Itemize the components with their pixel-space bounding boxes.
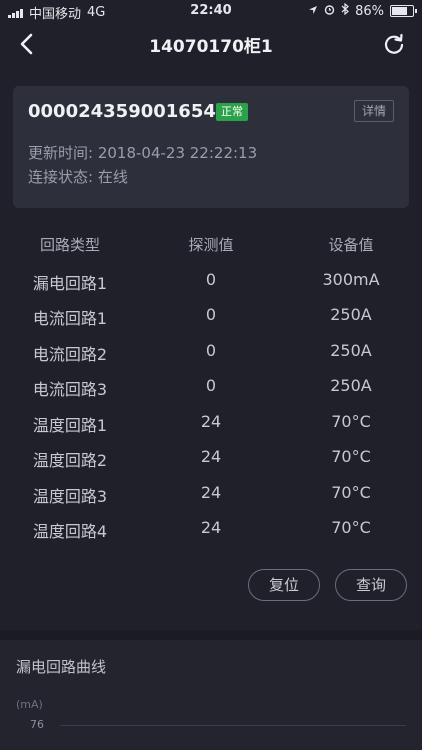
refresh-button[interactable] — [378, 28, 410, 60]
chart-unit-label: (mA) — [16, 698, 43, 711]
detected-value: 0 — [205, 269, 217, 289]
device-value: 250A — [330, 376, 372, 395]
device-value: 70°C — [331, 482, 371, 502]
device-value: 70°C — [331, 518, 371, 537]
chart-gridline — [60, 725, 406, 726]
device-value: 70°C — [331, 411, 371, 431]
loop-name: 漏电回路1 — [32, 273, 108, 293]
loop-table: 回路类型 探测值 设备值 漏电回路1 0 300mA 电流回路1 0 250A … — [0, 226, 422, 546]
device-value: 300mA — [322, 269, 380, 289]
table-row: 电流回路2 0 250A — [0, 333, 422, 369]
table-row: 温度回路4 24 70°C — [0, 510, 422, 546]
detail-button[interactable]: 详情 — [353, 100, 394, 122]
detected-value: 24 — [200, 411, 222, 431]
table-row: 温度回路2 24 70°C — [0, 439, 422, 475]
leakage-chart-section: 漏电回路曲线 (mA) 76 — [0, 640, 422, 750]
device-value: 250A — [330, 305, 372, 324]
table-row: 温度回路3 24 70°C — [0, 475, 422, 511]
table-row: 电流回路3 0 250A — [0, 368, 422, 404]
navigation-bar: 14070170柜1 — [0, 22, 422, 66]
detected-value: 24 — [200, 447, 222, 466]
header-loop-type: 回路类型 — [39, 236, 100, 254]
detected-value: 24 — [200, 482, 222, 502]
device-value: 250A — [330, 340, 372, 360]
header-detected-value: 探测值 — [188, 236, 234, 254]
reset-button[interactable]: 复位 — [248, 569, 320, 601]
y-tick-label: 76 — [30, 718, 44, 731]
section-divider — [0, 630, 422, 640]
battery-icon — [390, 5, 417, 17]
loop-name: 温度回路4 — [32, 522, 108, 541]
loop-name: 温度回路1 — [32, 415, 108, 435]
loop-name: 温度回路3 — [32, 486, 108, 506]
table-row: 漏电回路1 0 300mA — [0, 262, 422, 298]
detected-value: 0 — [205, 340, 217, 360]
refresh-icon — [384, 33, 404, 54]
query-button[interactable]: 查询 — [335, 569, 407, 601]
loop-name: 电流回路3 — [32, 380, 108, 399]
alarm-icon — [324, 4, 335, 19]
detected-value: 0 — [205, 376, 217, 395]
header-device-value: 设备值 — [328, 236, 374, 254]
update-time: 更新时间: 2018-04-23 22:22:13 — [28, 144, 258, 162]
status-badge: 正常 — [216, 103, 248, 121]
page-title: 14070170柜1 — [149, 37, 273, 57]
connection-status: 连接状态: 在线 — [28, 168, 128, 186]
detected-value: 0 — [205, 305, 217, 324]
location-icon — [308, 4, 318, 19]
detected-value: 24 — [200, 518, 222, 537]
table-row: 温度回路1 24 70°C — [0, 404, 422, 440]
status-right: 86% — [308, 2, 417, 19]
loop-name: 电流回路1 — [32, 309, 108, 328]
loop-name: 电流回路2 — [32, 344, 108, 364]
chart-title: 漏电回路曲线 — [16, 658, 107, 676]
device-id: 000024359001654 — [28, 101, 216, 122]
status-bar: 中国移动 4G 22:40 86% — [0, 0, 422, 22]
battery-percent: 86% — [355, 3, 384, 19]
table-row: 电流回路1 0 250A — [0, 297, 422, 333]
bluetooth-icon — [341, 2, 350, 19]
device-value: 70°C — [331, 447, 371, 466]
table-header: 回路类型 探测值 设备值 — [0, 226, 422, 262]
device-card: 000024359001654 正常 详情 更新时间: 2018-04-23 2… — [13, 86, 409, 208]
loop-name: 温度回路2 — [32, 451, 108, 470]
